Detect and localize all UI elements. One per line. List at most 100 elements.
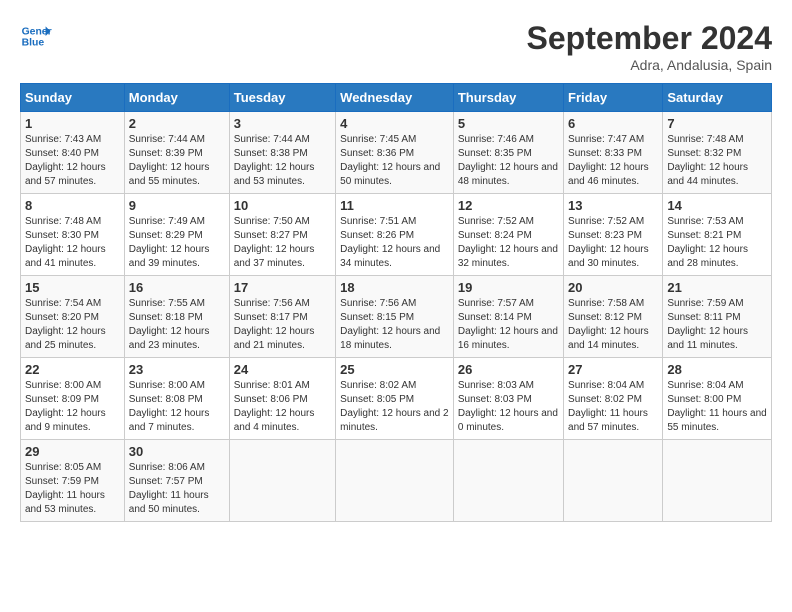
calendar-cell: 13 Sunrise: 7:52 AMSunset: 8:23 PMDaylig…: [564, 194, 663, 276]
title-block: September 2024 Adra, Andalusia, Spain: [527, 20, 772, 73]
day-number: 30: [129, 444, 225, 459]
day-info: Sunrise: 7:57 AMSunset: 8:14 PMDaylight:…: [458, 297, 559, 353]
day-number: 4: [340, 116, 449, 131]
calendar-cell: 27 Sunrise: 8:04 AMSunset: 8:02 PMDaylig…: [564, 358, 663, 440]
location-subtitle: Adra, Andalusia, Spain: [527, 57, 772, 73]
day-number: 7: [667, 116, 767, 131]
day-info: Sunrise: 8:05 AMSunset: 7:59 PMDaylight:…: [25, 461, 120, 517]
day-info: Sunrise: 7:45 AMSunset: 8:36 PMDaylight:…: [340, 133, 449, 189]
calendar-cell: 18 Sunrise: 7:56 AMSunset: 8:15 PMDaylig…: [336, 276, 454, 358]
calendar-cell: 10 Sunrise: 7:50 AMSunset: 8:27 PMDaylig…: [229, 194, 335, 276]
day-info: Sunrise: 8:04 AMSunset: 8:02 PMDaylight:…: [568, 379, 658, 435]
day-info: Sunrise: 8:00 AMSunset: 8:08 PMDaylight:…: [129, 379, 225, 435]
day-info: Sunrise: 7:48 AMSunset: 8:32 PMDaylight:…: [667, 133, 767, 189]
calendar-cell: 12 Sunrise: 7:52 AMSunset: 8:24 PMDaylig…: [453, 194, 563, 276]
calendar-cell: 9 Sunrise: 7:49 AMSunset: 8:29 PMDayligh…: [124, 194, 229, 276]
day-info: Sunrise: 7:52 AMSunset: 8:24 PMDaylight:…: [458, 215, 559, 271]
calendar-cell: 23 Sunrise: 8:00 AMSunset: 8:08 PMDaylig…: [124, 358, 229, 440]
day-info: Sunrise: 7:55 AMSunset: 8:18 PMDaylight:…: [129, 297, 225, 353]
day-info: Sunrise: 8:03 AMSunset: 8:03 PMDaylight:…: [458, 379, 559, 435]
day-info: Sunrise: 7:51 AMSunset: 8:26 PMDaylight:…: [340, 215, 449, 271]
calendar-cell: 19 Sunrise: 7:57 AMSunset: 8:14 PMDaylig…: [453, 276, 563, 358]
day-number: 25: [340, 362, 449, 377]
day-number: 16: [129, 280, 225, 295]
day-number: 20: [568, 280, 658, 295]
calendar-cell: 11 Sunrise: 7:51 AMSunset: 8:26 PMDaylig…: [336, 194, 454, 276]
logo-icon: General Blue: [20, 20, 52, 52]
calendar-cell: [564, 440, 663, 522]
calendar-cell: 20 Sunrise: 7:58 AMSunset: 8:12 PMDaylig…: [564, 276, 663, 358]
calendar-cell: 24 Sunrise: 8:01 AMSunset: 8:06 PMDaylig…: [229, 358, 335, 440]
calendar-cell: [229, 440, 335, 522]
day-header-thursday: Thursday: [453, 84, 563, 112]
day-header-sunday: Sunday: [21, 84, 125, 112]
day-info: Sunrise: 7:53 AMSunset: 8:21 PMDaylight:…: [667, 215, 767, 271]
day-number: 5: [458, 116, 559, 131]
calendar-cell: [663, 440, 772, 522]
day-number: 6: [568, 116, 658, 131]
calendar-cell: 22 Sunrise: 8:00 AMSunset: 8:09 PMDaylig…: [21, 358, 125, 440]
day-number: 23: [129, 362, 225, 377]
day-info: Sunrise: 7:58 AMSunset: 8:12 PMDaylight:…: [568, 297, 658, 353]
calendar-cell: [336, 440, 454, 522]
calendar-cell: 2 Sunrise: 7:44 AMSunset: 8:39 PMDayligh…: [124, 112, 229, 194]
day-number: 1: [25, 116, 120, 131]
calendar-table: SundayMondayTuesdayWednesdayThursdayFrid…: [20, 83, 772, 522]
day-info: Sunrise: 7:48 AMSunset: 8:30 PMDaylight:…: [25, 215, 120, 271]
day-info: Sunrise: 8:04 AMSunset: 8:00 PMDaylight:…: [667, 379, 767, 435]
calendar-cell: 29 Sunrise: 8:05 AMSunset: 7:59 PMDaylig…: [21, 440, 125, 522]
day-number: 10: [234, 198, 331, 213]
day-number: 29: [25, 444, 120, 459]
day-info: Sunrise: 7:56 AMSunset: 8:15 PMDaylight:…: [340, 297, 449, 353]
day-header-wednesday: Wednesday: [336, 84, 454, 112]
day-number: 22: [25, 362, 120, 377]
calendar-cell: 26 Sunrise: 8:03 AMSunset: 8:03 PMDaylig…: [453, 358, 563, 440]
day-header-monday: Monday: [124, 84, 229, 112]
day-number: 18: [340, 280, 449, 295]
day-number: 12: [458, 198, 559, 213]
calendar-cell: 4 Sunrise: 7:45 AMSunset: 8:36 PMDayligh…: [336, 112, 454, 194]
day-number: 2: [129, 116, 225, 131]
calendar-cell: [453, 440, 563, 522]
calendar-cell: 5 Sunrise: 7:46 AMSunset: 8:35 PMDayligh…: [453, 112, 563, 194]
day-number: 8: [25, 198, 120, 213]
day-number: 11: [340, 198, 449, 213]
calendar-cell: 3 Sunrise: 7:44 AMSunset: 8:38 PMDayligh…: [229, 112, 335, 194]
day-number: 13: [568, 198, 658, 213]
day-number: 15: [25, 280, 120, 295]
calendar-cell: 6 Sunrise: 7:47 AMSunset: 8:33 PMDayligh…: [564, 112, 663, 194]
calendar-week-5: 29 Sunrise: 8:05 AMSunset: 7:59 PMDaylig…: [21, 440, 772, 522]
day-number: 19: [458, 280, 559, 295]
day-info: Sunrise: 8:02 AMSunset: 8:05 PMDaylight:…: [340, 379, 449, 435]
day-header-tuesday: Tuesday: [229, 84, 335, 112]
day-number: 21: [667, 280, 767, 295]
logo: General Blue: [20, 20, 52, 52]
calendar-week-3: 15 Sunrise: 7:54 AMSunset: 8:20 PMDaylig…: [21, 276, 772, 358]
day-info: Sunrise: 7:59 AMSunset: 8:11 PMDaylight:…: [667, 297, 767, 353]
day-info: Sunrise: 7:46 AMSunset: 8:35 PMDaylight:…: [458, 133, 559, 189]
svg-text:Blue: Blue: [22, 38, 45, 49]
calendar-cell: 14 Sunrise: 7:53 AMSunset: 8:21 PMDaylig…: [663, 194, 772, 276]
day-info: Sunrise: 7:54 AMSunset: 8:20 PMDaylight:…: [25, 297, 120, 353]
day-info: Sunrise: 7:52 AMSunset: 8:23 PMDaylight:…: [568, 215, 658, 271]
day-number: 3: [234, 116, 331, 131]
calendar-week-2: 8 Sunrise: 7:48 AMSunset: 8:30 PMDayligh…: [21, 194, 772, 276]
day-number: 27: [568, 362, 658, 377]
month-title: September 2024: [527, 20, 772, 57]
day-header-friday: Friday: [564, 84, 663, 112]
calendar-cell: 15 Sunrise: 7:54 AMSunset: 8:20 PMDaylig…: [21, 276, 125, 358]
calendar-cell: 21 Sunrise: 7:59 AMSunset: 8:11 PMDaylig…: [663, 276, 772, 358]
day-header-saturday: Saturday: [663, 84, 772, 112]
calendar-cell: 30 Sunrise: 8:06 AMSunset: 7:57 PMDaylig…: [124, 440, 229, 522]
calendar-week-1: 1 Sunrise: 7:43 AMSunset: 8:40 PMDayligh…: [21, 112, 772, 194]
calendar-week-4: 22 Sunrise: 8:00 AMSunset: 8:09 PMDaylig…: [21, 358, 772, 440]
day-number: 9: [129, 198, 225, 213]
day-number: 28: [667, 362, 767, 377]
day-number: 24: [234, 362, 331, 377]
day-info: Sunrise: 7:43 AMSunset: 8:40 PMDaylight:…: [25, 133, 120, 189]
day-info: Sunrise: 7:44 AMSunset: 8:39 PMDaylight:…: [129, 133, 225, 189]
day-number: 17: [234, 280, 331, 295]
day-info: Sunrise: 7:50 AMSunset: 8:27 PMDaylight:…: [234, 215, 331, 271]
calendar-cell: 17 Sunrise: 7:56 AMSunset: 8:17 PMDaylig…: [229, 276, 335, 358]
day-info: Sunrise: 7:49 AMSunset: 8:29 PMDaylight:…: [129, 215, 225, 271]
